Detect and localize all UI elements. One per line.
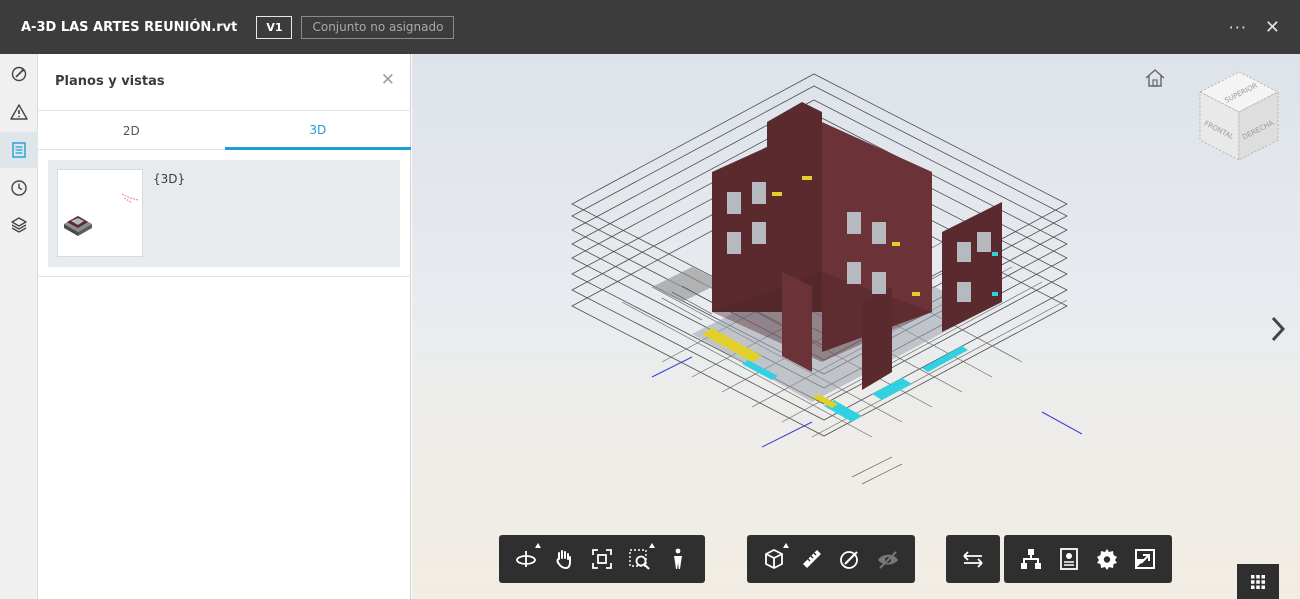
version-badge[interactable]: V1 bbox=[256, 15, 293, 39]
set-status-badge[interactable]: Conjunto no asignado bbox=[301, 15, 455, 39]
left-rail bbox=[0, 54, 38, 599]
first-person-icon[interactable] bbox=[659, 540, 697, 578]
hide-eye-icon[interactable] bbox=[869, 540, 907, 578]
navigation-toolbar bbox=[499, 535, 705, 583]
compare-arrows-icon[interactable] bbox=[954, 540, 992, 578]
compare-toolbar bbox=[946, 535, 1000, 583]
file-name-title: A-3D LAS ARTES REUNIÓN.rvt bbox=[21, 19, 238, 35]
view-thumbnail bbox=[57, 169, 143, 257]
section-box-icon[interactable] bbox=[755, 540, 793, 578]
markup-pen-icon[interactable] bbox=[831, 540, 869, 578]
panel-title: Planos y vistas bbox=[55, 74, 165, 89]
grid-menu-icon[interactable] bbox=[1237, 564, 1279, 599]
view-type-tabs: 2D 3D bbox=[38, 112, 411, 150]
model-toolbar bbox=[1004, 535, 1172, 583]
model-viewport[interactable]: SUPERIOR FRONTAL DERECHA bbox=[412, 54, 1300, 599]
close-viewer-button[interactable]: ✕ bbox=[1265, 17, 1280, 38]
zoom-window-icon[interactable] bbox=[621, 540, 659, 578]
measure-icon[interactable] bbox=[793, 540, 831, 578]
layers-icon[interactable] bbox=[0, 207, 38, 243]
panel-header: Planos y vistas ✕ bbox=[38, 54, 411, 111]
settings-gear-icon[interactable] bbox=[1088, 540, 1126, 578]
fullscreen-icon[interactable] bbox=[1126, 540, 1164, 578]
sheets-views-panel: Planos y vistas ✕ 2D 3D {3D} bbox=[38, 54, 411, 599]
orbit-icon[interactable] bbox=[507, 540, 545, 578]
home-view-icon[interactable] bbox=[1144, 68, 1166, 88]
sheets-views-icon[interactable] bbox=[0, 132, 38, 168]
fit-to-view-icon[interactable] bbox=[583, 540, 621, 578]
properties-icon[interactable] bbox=[1050, 540, 1088, 578]
building-3d-model[interactable] bbox=[562, 72, 1082, 492]
chevron-right-icon[interactable] bbox=[1268, 312, 1288, 346]
issues-warning-icon[interactable] bbox=[0, 94, 38, 130]
viewcube[interactable]: SUPERIOR FRONTAL DERECHA bbox=[1196, 68, 1282, 168]
pan-hand-icon[interactable] bbox=[545, 540, 583, 578]
history-clock-icon[interactable] bbox=[0, 170, 38, 206]
markup-icon[interactable] bbox=[0, 56, 38, 92]
panel-close-button[interactable]: ✕ bbox=[381, 70, 395, 90]
view-name-label: {3D} bbox=[153, 172, 186, 186]
tab-2d[interactable]: 2D bbox=[38, 112, 225, 150]
top-bar-actions: ··· ✕ bbox=[1229, 0, 1300, 54]
tools-toolbar bbox=[747, 535, 915, 583]
more-options-button[interactable]: ··· bbox=[1229, 18, 1247, 37]
view-list-item[interactable]: {3D} bbox=[48, 160, 400, 267]
top-bar: A-3D LAS ARTES REUNIÓN.rvt V1 Conjunto n… bbox=[0, 0, 1300, 54]
tab-3d[interactable]: 3D bbox=[224, 112, 411, 150]
panel-divider bbox=[38, 276, 411, 277]
model-browser-icon[interactable] bbox=[1012, 540, 1050, 578]
